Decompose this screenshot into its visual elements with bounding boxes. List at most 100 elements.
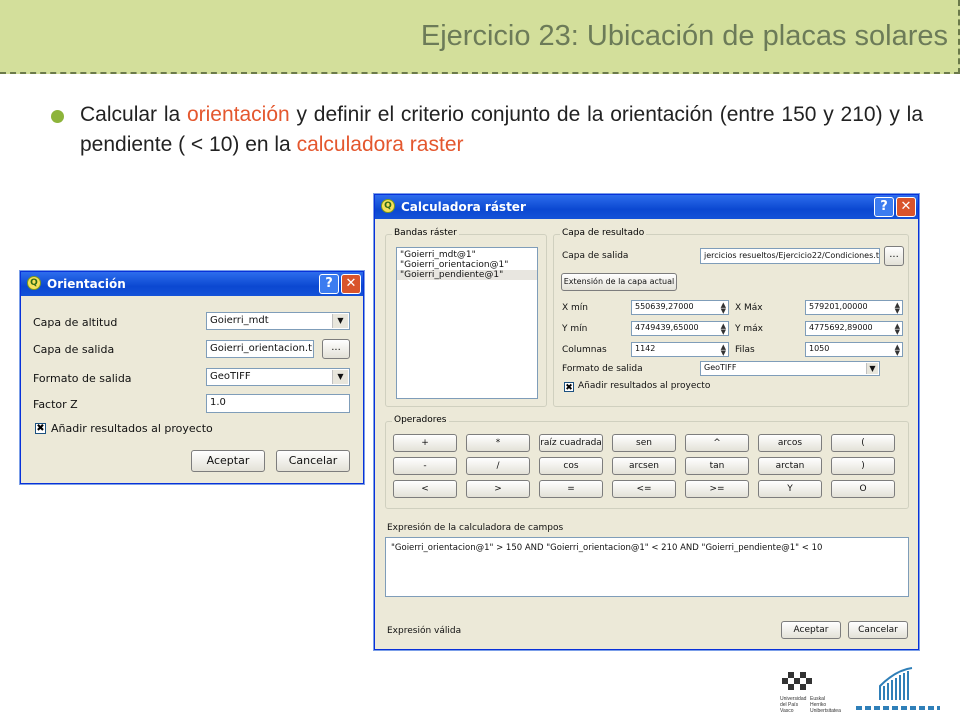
rows-value: 1050: [809, 344, 830, 353]
ymax-value: 4775692,89000: [809, 323, 873, 332]
current-extent-button[interactable]: Extensión de la capa actual: [561, 273, 677, 291]
operator-button[interactable]: =: [539, 480, 603, 498]
expression-title: Expresión de la calculadora de campos: [387, 523, 564, 533]
title-banner: Ejercicio 23: Ubicación de placas solare…: [0, 0, 960, 74]
factor-z-input[interactable]: 1.0: [206, 394, 350, 413]
accept-button[interactable]: Aceptar: [781, 621, 841, 639]
operator-button[interactable]: arcsen: [612, 457, 676, 475]
operator-button[interactable]: +: [393, 434, 457, 452]
bullet-text-part: Calcular la: [80, 103, 187, 126]
result-group: Capa de resultado Capa de salida jercici…: [553, 228, 909, 407]
school-emblem-icon: [879, 667, 913, 700]
spin-arrows-icon: ▲ ▼: [720, 301, 726, 315]
operator-button[interactable]: <=: [612, 480, 676, 498]
operator-button[interactable]: arcos: [758, 434, 822, 452]
spin-arrows-icon: ▲ ▼: [720, 322, 726, 336]
slide-title: Ejercicio 23: Ubicación de placas solare…: [420, 20, 948, 52]
spin-arrows-icon: ▲ ▼: [894, 322, 900, 336]
calculator-titlebar: Q Calculadora ráster ? ✕: [375, 195, 918, 219]
raster-calculator-dialog: Q Calculadora ráster ? ✕ Bandas ráster "…: [374, 194, 919, 650]
operator-button[interactable]: (: [831, 434, 895, 452]
capa-altitud-select[interactable]: Goierri_mdt ▼: [206, 312, 350, 330]
chevron-down-icon: ▼: [332, 370, 348, 384]
xmin-spinbox[interactable]: 550639,27000 ▲ ▼: [631, 300, 729, 315]
rows-spinbox[interactable]: 1050 ▲ ▼: [805, 342, 903, 357]
bands-title: Bandas ráster: [392, 228, 459, 238]
add-results-label: Añadir resultados al proyecto: [578, 381, 711, 391]
operator-button[interactable]: ^: [685, 434, 749, 452]
operator-button[interactable]: /: [466, 457, 530, 475]
upv-line: del País Vasco: [780, 702, 799, 714]
school-logo: [856, 666, 940, 716]
help-button[interactable]: ?: [874, 197, 894, 217]
operator-button[interactable]: <: [393, 480, 457, 498]
orientation-dialog: Q Orientación ? ✕ Capa de altitud Goierr…: [20, 271, 364, 484]
operator-button[interactable]: raíz cuadrada: [539, 434, 603, 452]
browse-button[interactable]: ...: [322, 339, 350, 359]
band-item[interactable]: "Goierri_orientacion@1": [397, 260, 537, 270]
factor-z-label: Factor Z: [33, 398, 78, 411]
browse-button[interactable]: ...: [884, 246, 904, 266]
ymax-label: Y máx: [735, 324, 763, 334]
capa-salida-input[interactable]: Goierri_orientacion.tif: [206, 340, 314, 358]
bands-group: Bandas ráster "Goierri_mdt@1" "Goierri_o…: [385, 228, 547, 407]
add-results-checkbox[interactable]: ✖: [564, 382, 574, 392]
operators-group: Operadores + * raíz cuadrada sen ^ arcos (- / co…: [385, 415, 909, 509]
bands-list: "Goierri_mdt@1" "Goierri_orientacion@1" …: [396, 247, 538, 399]
upv-ehu-emblem-icon: [782, 672, 812, 690]
upv-text: Universidad del País Vasco: [780, 696, 808, 714]
band-item[interactable]: "Goierri_pendiente@1": [397, 270, 537, 280]
output-layer-input[interactable]: jercicios resueltos/Ejercicio22/Condicio…: [700, 248, 880, 264]
xmax-spinbox[interactable]: 579201,00000 ▲ ▼: [805, 300, 903, 315]
spin-arrows-icon: ▲ ▼: [720, 343, 726, 357]
xmin-label: X mín: [562, 303, 588, 313]
add-results-label: Añadir resultados al proyecto: [51, 422, 213, 435]
operator-button[interactable]: arctan: [758, 457, 822, 475]
expression-status: Expresión válida: [387, 626, 462, 636]
qgis-icon: Q: [381, 199, 395, 213]
columns-spinbox[interactable]: 1142 ▲ ▼: [631, 342, 729, 357]
output-layer-label: Capa de salida: [562, 251, 629, 261]
operator-button[interactable]: >: [466, 480, 530, 498]
columns-label: Columnas: [562, 345, 607, 355]
capa-salida-label: Capa de salida: [33, 343, 115, 356]
xmin-value: 550639,27000: [635, 302, 694, 311]
operator-button[interactable]: sen: [612, 434, 676, 452]
format-label: Formato de salida: [562, 364, 643, 374]
operator-button[interactable]: tan: [685, 457, 749, 475]
ymax-spinbox[interactable]: 4775692,89000 ▲ ▼: [805, 321, 903, 336]
operator-button[interactable]: Y: [758, 480, 822, 498]
operator-button[interactable]: cos: [539, 457, 603, 475]
ehu-line: Euskal Herriko: [810, 696, 827, 708]
qgis-icon: Q: [27, 276, 41, 290]
operator-button[interactable]: >=: [685, 480, 749, 498]
operator-button[interactable]: -: [393, 457, 457, 475]
spin-arrows-icon: ▲ ▼: [894, 301, 900, 315]
orientation-title: Orientación: [47, 277, 126, 291]
operator-button[interactable]: O: [831, 480, 895, 498]
format-select[interactable]: GeoTIFF ▼: [700, 361, 880, 376]
band-item[interactable]: "Goierri_mdt@1": [397, 250, 537, 260]
help-button[interactable]: ?: [319, 274, 339, 294]
highlight-orientacion: orientación: [186, 103, 290, 126]
capa-altitud-label: Capa de altitud: [33, 316, 118, 329]
close-button[interactable]: ✕: [341, 274, 361, 294]
school-caption-lines: [856, 706, 940, 710]
operator-button[interactable]: *: [466, 434, 530, 452]
formato-label: Formato de salida: [33, 372, 132, 385]
cancel-button[interactable]: Cancelar: [276, 450, 350, 472]
expression-textarea[interactable]: "Goierri_orientacion@1" > 150 AND "Goier…: [385, 537, 909, 597]
bullet-text: Calcular la orientación y definir el cri…: [80, 100, 923, 160]
ehu-text: Euskal Herriko Unibertsitatea: [810, 696, 842, 714]
accept-button[interactable]: Aceptar: [191, 450, 265, 472]
chevron-down-icon: ▼: [866, 363, 878, 374]
upv-ehu-logo: Universidad del País Vasco Euskal Herriko…: [780, 670, 842, 714]
cancel-button[interactable]: Cancelar: [848, 621, 908, 639]
orientation-titlebar: Q Orientación ? ✕: [21, 272, 363, 296]
add-results-checkbox[interactable]: ✖: [35, 423, 46, 434]
formato-select[interactable]: GeoTIFF ▼: [206, 368, 350, 386]
operator-button[interactable]: ): [831, 457, 895, 475]
ymin-spinbox[interactable]: 4749439,65000 ▲ ▼: [631, 321, 729, 336]
close-button[interactable]: ✕: [896, 197, 916, 217]
formato-value: GeoTIFF: [210, 371, 251, 382]
